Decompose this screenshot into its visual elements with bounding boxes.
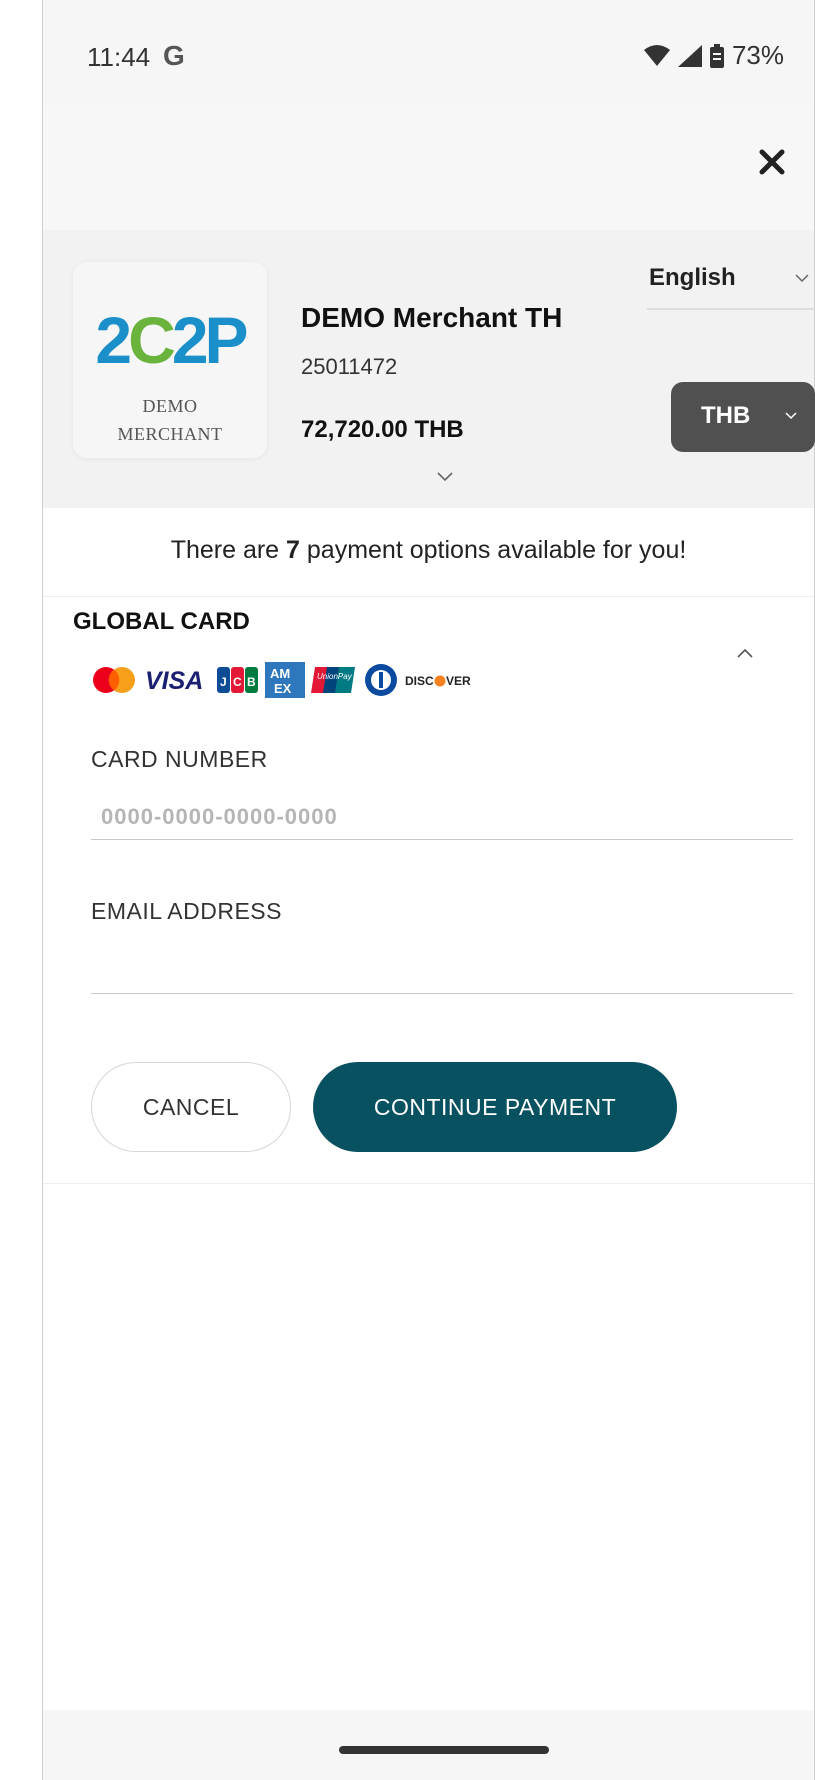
close-icon [759,149,785,175]
card-brand-logos: VISA JCB AM EX UnionPay DISC VER [91,660,485,700]
amex-icon: AMEX [265,662,305,698]
email-label: EMAIL ADDRESS [91,898,282,924]
app-frame: 11:44 G 73% 2C2P DEMO MERCHANT DEMO Merc… [42,0,815,1780]
wifi-icon [643,44,670,66]
payment-options-info: There are 7 payment options available fo… [170,536,687,564]
navigation-bar [43,1710,814,1780]
cancel-button[interactable]: CANCEL [91,1062,291,1152]
svg-text:B: B [247,675,256,689]
section-title-global-card: GLOBAL CARD [73,608,250,635]
google-icon: G [163,40,185,71]
svg-text:EX: EX [274,681,292,696]
chevron-down-icon [795,274,809,283]
card-number-label: CARD NUMBER [91,746,268,772]
card-number-input[interactable] [91,794,793,840]
discover-icon: DISC VER [405,674,471,688]
visa-icon: VISA [145,667,203,695]
language-select[interactable]: English [647,260,815,310]
svg-text:UnionPay: UnionPay [317,672,353,681]
svg-text:VER: VER [446,674,471,688]
battery-icon [709,43,724,68]
chevron-down-icon [785,412,797,420]
unionpay-icon: UnionPay [311,667,355,693]
currency-select[interactable]: THB [671,382,815,452]
diners-club-icon [365,664,397,696]
jcb-icon: JCB [217,667,258,693]
language-label: English [649,264,736,291]
status-time: 11:44 [87,42,151,72]
logo-wordmark: 2C2P [95,303,248,377]
chevron-down-icon[interactable] [437,472,453,482]
merchant-header: 2C2P DEMO MERCHANT DEMO Merchant TH 2501… [43,230,815,508]
divider [43,596,814,597]
merchant-name: DEMO Merchant TH [301,302,563,333]
status-indicators: 73% [643,40,784,71]
svg-text:VISA: VISA [145,667,203,695]
battery-percent: 73% [731,40,784,70]
merchant-logo: 2C2P DEMO MERCHANT [73,262,267,458]
svg-text:J: J [220,675,227,689]
close-button[interactable] [752,142,792,182]
svg-text:C: C [233,675,242,689]
email-input[interactable] [91,948,793,994]
chevron-up-icon[interactable] [737,648,753,658]
payment-amount: 72,720.00 THB [301,416,464,443]
status-bar: 11:44 G 73% [43,0,814,106]
merchant-id: 25011472 [301,354,398,379]
currency-label: THB [701,402,751,429]
svg-text:DISC: DISC [405,674,434,688]
divider [43,1183,814,1184]
logo-subtitle: DEMO MERCHANT [117,396,223,444]
svg-text:AM: AM [270,666,290,681]
payment-options-count: 7 [286,536,300,564]
continue-payment-button[interactable]: CONTINUE PAYMENT [313,1062,677,1152]
top-bar [43,106,814,230]
signal-icon [677,44,702,67]
home-gesture-handle[interactable] [339,1746,549,1754]
mastercard-icon [93,667,135,693]
